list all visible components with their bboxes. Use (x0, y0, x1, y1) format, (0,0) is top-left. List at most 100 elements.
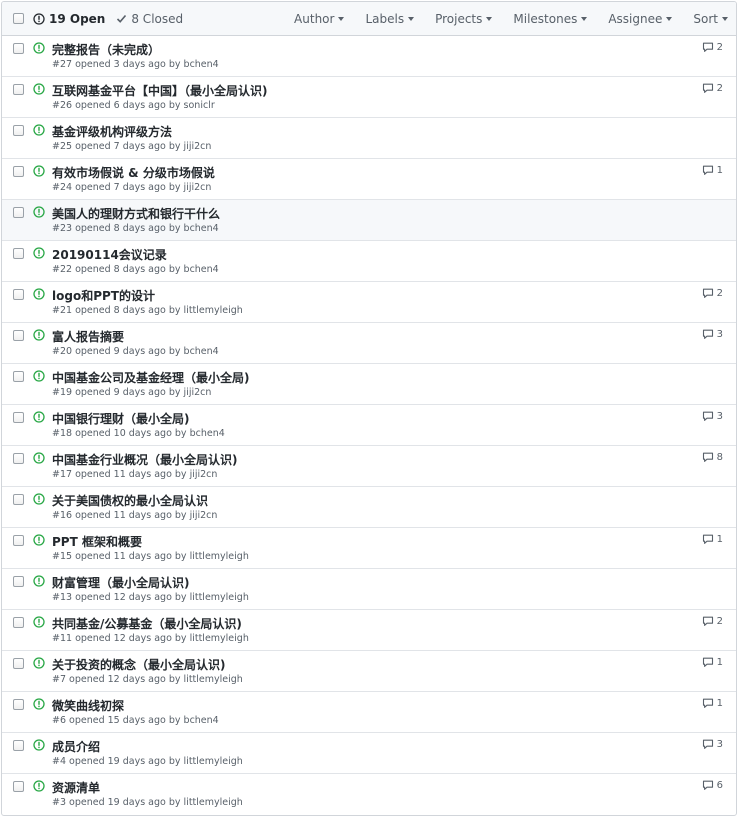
issue-meta: #25 opened 7 days ago by jiji2cn (52, 141, 212, 152)
issue-checkbox[interactable] (13, 494, 24, 505)
caret-down-icon (722, 17, 728, 21)
author-filter[interactable]: Author (294, 12, 345, 26)
issue-checkbox[interactable] (13, 412, 24, 423)
issue-row[interactable]: PPT 框架和概要 #15 opened 11 days ago by littl… (2, 528, 736, 569)
assignee-filter[interactable]: Assignee (608, 12, 673, 26)
issue-title-link[interactable]: 美国人的理财方式和银行干什么 (52, 205, 220, 222)
comment-count: 6 (716, 780, 723, 791)
issue-title-link[interactable]: 完整报告（未完成） (52, 41, 160, 58)
issue-row[interactable]: 中国基金行业概况（最小全局认识) #17 opened 11 days ago b… (2, 446, 736, 487)
issue-checkbox[interactable] (13, 43, 24, 54)
issue-checkbox[interactable] (13, 617, 24, 628)
issue-opened-icon (33, 165, 45, 177)
projects-filter[interactable]: Projects (435, 12, 493, 26)
comment-count-link[interactable]: 3 (702, 739, 723, 750)
issue-checkbox[interactable] (13, 248, 24, 259)
issue-checkbox[interactable] (13, 166, 24, 177)
issue-row[interactable]: 20190114会议记录 #22 opened 8 days ago by bch… (2, 241, 736, 282)
comment-count-link[interactable]: 1 (702, 698, 723, 709)
open-issues-link[interactable]: 19 Open (33, 12, 105, 26)
issue-checkbox[interactable] (13, 781, 24, 792)
issue-checkbox[interactable] (13, 125, 24, 136)
issue-opened-icon (33, 370, 45, 382)
issue-title-link[interactable]: 20190114会议记录 (52, 246, 167, 263)
issue-title-link[interactable]: 中国银行理财（最小全局) (52, 410, 190, 427)
issue-state-toggle: 19 Open 8 Closed (33, 2, 183, 35)
issue-row[interactable]: 富人报告摘要 #20 opened 9 days ago by bchen4 3 (2, 323, 736, 364)
issue-row[interactable]: 关于投资的概念（最小全局认识) #7 opened 12 days ago by … (2, 651, 736, 692)
issue-row[interactable]: 成员介绍 #4 opened 19 days ago by littlemylei… (2, 733, 736, 774)
issue-row[interactable]: 互联网基金平台【中国】（最小全局认识) #26 opened 6 days ago… (2, 77, 736, 118)
sort-filter[interactable]: Sort (693, 12, 728, 26)
issue-title-link[interactable]: 资源清单 (52, 779, 100, 796)
comment-count: 3 (716, 739, 723, 750)
issue-opened-icon (33, 411, 45, 423)
issue-row[interactable]: 共同基金/公募基金（最小全局认识) #11 opened 12 days ago … (2, 610, 736, 651)
comment-count-link[interactable]: 8 (702, 452, 723, 463)
issues-list-header: 19 Open 8 Closed Author Labels Projects … (2, 2, 736, 36)
issue-row[interactable]: 资源清单 #3 opened 19 days ago by littlemylei… (2, 774, 736, 814)
issue-title-link[interactable]: 共同基金/公募基金（最小全局认识) (52, 615, 242, 632)
issue-checkbox[interactable] (13, 289, 24, 300)
comment-count-link[interactable]: 1 (702, 657, 723, 668)
issue-title-link[interactable]: logo和PPT的设计 (52, 287, 155, 304)
issue-title-link[interactable]: 中国基金行业概况（最小全局认识) (52, 451, 238, 468)
issue-title-link[interactable]: 关于美国债权的最小全局认识 (52, 492, 208, 509)
issue-row[interactable]: 基金评级机构评级方法 #25 opened 7 days ago by jiji2… (2, 118, 736, 159)
comment-count-link[interactable]: 2 (702, 42, 723, 53)
issue-row[interactable]: 微笑曲线初探 #6 opened 15 days ago by bchen4 1 (2, 692, 736, 733)
issue-opened-icon (33, 534, 45, 546)
issue-checkbox[interactable] (13, 207, 24, 218)
issue-title-link[interactable]: 互联网基金平台【中国】（最小全局认识) (52, 82, 268, 99)
labels-filter[interactable]: Labels (365, 12, 415, 26)
comment-count-link[interactable]: 2 (702, 83, 723, 94)
comment-icon (702, 411, 713, 421)
issue-meta: #17 opened 11 days ago by jiji2cn (52, 469, 218, 480)
closed-issues-link[interactable]: 8 Closed (116, 12, 183, 26)
issue-opened-icon (33, 575, 45, 587)
issue-title-link[interactable]: 成员介绍 (52, 738, 100, 755)
issue-opened-icon (33, 83, 45, 95)
issue-title-link[interactable]: 关于投资的概念（最小全局认识) (52, 656, 226, 673)
issue-checkbox[interactable] (13, 535, 24, 546)
issue-row[interactable]: 财富管理（最小全局认识) #13 opened 12 days ago by li… (2, 569, 736, 610)
issue-checkbox[interactable] (13, 453, 24, 464)
issue-checkbox[interactable] (13, 330, 24, 341)
issue-title-link[interactable]: 基金评级机构评级方法 (52, 123, 172, 140)
comment-count-link[interactable]: 6 (702, 780, 723, 791)
issue-row[interactable]: 有效市场假说 & 分级市场假说 #24 opened 7 days ago by … (2, 159, 736, 200)
issue-title-link[interactable]: PPT 框架和概要 (52, 533, 142, 550)
issue-title-link[interactable]: 微笑曲线初探 (52, 697, 124, 714)
issue-title-link[interactable]: 中国基金公司及基金经理（最小全局) (52, 369, 250, 386)
issue-checkbox[interactable] (13, 84, 24, 95)
issue-title-link[interactable]: 财富管理（最小全局认识) (52, 574, 190, 591)
issue-row[interactable]: 中国基金公司及基金经理（最小全局) #19 opened 9 days ago b… (2, 364, 736, 405)
issue-meta: #23 opened 8 days ago by bchen4 (52, 223, 219, 234)
issue-meta: #21 opened 8 days ago by littlemyleigh (52, 305, 243, 316)
issue-meta: #27 opened 3 days ago by bchen4 (52, 59, 219, 70)
issue-row[interactable]: 中国银行理财（最小全局) #18 opened 10 days ago by bc… (2, 405, 736, 446)
issue-row[interactable]: logo和PPT的设计 #21 opened 8 days ago by litt… (2, 282, 736, 323)
select-all-checkbox[interactable] (13, 13, 24, 24)
comment-icon (702, 780, 713, 790)
issue-checkbox[interactable] (13, 576, 24, 587)
issue-checkbox[interactable] (13, 371, 24, 382)
issue-checkbox[interactable] (13, 658, 24, 669)
issue-checkbox[interactable] (13, 740, 24, 751)
issue-opened-icon (33, 616, 45, 628)
milestones-filter-label: Milestones (513, 11, 578, 26)
comment-count-link[interactable]: 2 (702, 288, 723, 299)
issue-checkbox[interactable] (13, 699, 24, 710)
comment-count-link[interactable]: 2 (702, 616, 723, 627)
issue-row[interactable]: 完整报告（未完成） #27 opened 3 days ago by bchen4… (2, 36, 736, 77)
issue-title-link[interactable]: 富人报告摘要 (52, 328, 124, 345)
milestones-filter[interactable]: Milestones (513, 11, 588, 26)
comment-count-link[interactable]: 1 (702, 165, 723, 176)
comment-count-link[interactable]: 3 (702, 411, 723, 422)
comment-count-link[interactable]: 3 (702, 329, 723, 340)
issue-row[interactable]: 美国人的理财方式和银行干什么 #23 opened 8 days ago by b… (2, 200, 736, 241)
comment-count-link[interactable]: 1 (702, 534, 723, 545)
issue-row[interactable]: 关于美国债权的最小全局认识 #16 opened 11 days ago by j… (2, 487, 736, 528)
caret-down-icon (486, 17, 493, 21)
issue-title-link[interactable]: 有效市场假说 & 分级市场假说 (52, 164, 215, 181)
